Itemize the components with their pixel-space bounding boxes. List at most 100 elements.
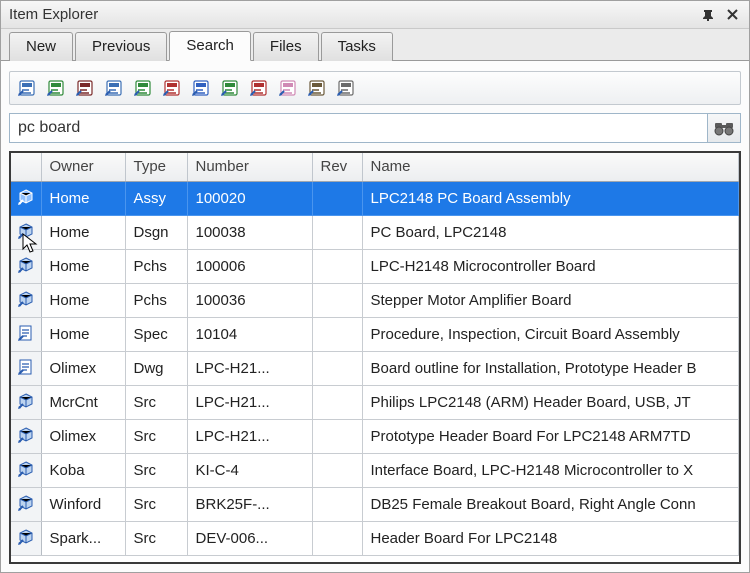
cell-owner: Home — [41, 182, 125, 216]
row-type-icon — [11, 182, 41, 216]
filter-doc-button[interactable] — [101, 75, 127, 101]
col-number[interactable]: Number — [187, 153, 312, 182]
cell-type: Spec — [125, 318, 187, 352]
cell-name: Stepper Motor Amplifier Board — [362, 284, 739, 318]
cell-number: KI-C-4 — [187, 454, 312, 488]
table-row[interactable]: HomeAssy100020LPC2148 PC Board Assembly — [11, 182, 739, 216]
filter-factory-button[interactable] — [333, 75, 359, 101]
row-type-icon — [11, 386, 41, 420]
filter-toolbar — [9, 71, 741, 105]
row-type-icon — [11, 284, 41, 318]
tab-previous[interactable]: Previous — [75, 32, 167, 61]
cell-number: 10104 — [187, 318, 312, 352]
filter-doc-icon — [104, 78, 124, 98]
cell-name: Philips LPC2148 (ARM) Header Board, USB,… — [362, 386, 739, 420]
tab-content: Owner Type Number Rev Name HomeAssy10002… — [1, 61, 749, 572]
cell-type: Src — [125, 420, 187, 454]
filter-maroon-button[interactable] — [72, 75, 98, 101]
row-type-icon — [11, 454, 41, 488]
tab-label: Previous — [92, 38, 150, 55]
filter-xred-button[interactable] — [159, 75, 185, 101]
cell-type: Src — [125, 386, 187, 420]
tab-label: Files — [270, 38, 302, 55]
cell-number: 100020 — [187, 182, 312, 216]
cell-name: Board outline for Installation, Prototyp… — [362, 352, 739, 386]
cell-owner: Home — [41, 250, 125, 284]
filter-factory-icon — [336, 78, 356, 98]
filter-check-icon — [133, 78, 153, 98]
cell-rev — [312, 250, 362, 284]
cell-owner: Spark... — [41, 522, 125, 556]
table-row[interactable]: OlimexSrcLPC-H21...Prototype Header Boar… — [11, 420, 739, 454]
results-grid[interactable]: Owner Type Number Rev Name HomeAssy10002… — [11, 153, 739, 556]
row-type-icon — [11, 352, 41, 386]
filter-green-button[interactable] — [43, 75, 69, 101]
cell-name: Prototype Header Board For LPC2148 ARM7T… — [362, 420, 739, 454]
col-type[interactable]: Type — [125, 153, 187, 182]
close-icon — [727, 9, 738, 20]
table-row[interactable]: HomePchs100006LPC-H2148 Microcontroller … — [11, 250, 739, 284]
search-row — [9, 113, 741, 143]
search-run-button[interactable] — [707, 113, 741, 143]
cell-owner: Winford — [41, 488, 125, 522]
tab-new[interactable]: New — [9, 32, 73, 61]
cell-name: PC Board, LPC2148 — [362, 216, 739, 250]
row-type-icon — [11, 318, 41, 352]
results-grid-container: Owner Type Number Rev Name HomeAssy10002… — [9, 151, 741, 564]
filter-checkdoc-icon — [220, 78, 240, 98]
cell-rev — [312, 182, 362, 216]
filter-check-button[interactable] — [130, 75, 156, 101]
row-type-icon — [11, 420, 41, 454]
filter-xdoc-icon — [249, 78, 269, 98]
tab-label: New — [26, 38, 56, 55]
cell-owner: Olimex — [41, 420, 125, 454]
cell-type: Dwg — [125, 352, 187, 386]
row-type-icon — [11, 488, 41, 522]
filter-xdoc-button[interactable] — [246, 75, 272, 101]
cell-number: 100038 — [187, 216, 312, 250]
cell-owner: Home — [41, 284, 125, 318]
tab-tasks[interactable]: Tasks — [321, 32, 393, 61]
table-row[interactable]: HomeSpec10104Procedure, Inspection, Circ… — [11, 318, 739, 352]
search-input[interactable] — [9, 113, 707, 143]
item-explorer-window: Item Explorer New Previous Search Files … — [0, 0, 750, 573]
tab-files[interactable]: Files — [253, 32, 319, 61]
cell-name: DB25 Female Breakout Board, Right Angle … — [362, 488, 739, 522]
filter-home-button[interactable] — [304, 75, 330, 101]
close-button[interactable] — [721, 5, 743, 25]
cell-owner: Home — [41, 216, 125, 250]
filter-bluearrow-button[interactable] — [188, 75, 214, 101]
table-row[interactable]: Spark...SrcDEV-006...Header Board For LP… — [11, 522, 739, 556]
filter-assy-icon — [17, 78, 37, 98]
cell-type: Pchs — [125, 284, 187, 318]
cell-type: Dsgn — [125, 216, 187, 250]
cell-number: 100006 — [187, 250, 312, 284]
filter-pink-button[interactable] — [275, 75, 301, 101]
cell-rev — [312, 216, 362, 250]
pin-button[interactable] — [697, 5, 719, 25]
titlebar: Item Explorer — [1, 1, 749, 29]
cell-owner: Olimex — [41, 352, 125, 386]
col-owner[interactable]: Owner — [41, 153, 125, 182]
filter-home-icon — [307, 78, 327, 98]
filter-maroon-icon — [75, 78, 95, 98]
cell-type: Assy — [125, 182, 187, 216]
binoculars-icon — [714, 120, 734, 136]
col-name[interactable]: Name — [362, 153, 739, 182]
filter-green-icon — [46, 78, 66, 98]
table-row[interactable]: KobaSrcKI-C-4Interface Board, LPC-H2148 … — [11, 454, 739, 488]
table-row[interactable]: HomePchs100036Stepper Motor Amplifier Bo… — [11, 284, 739, 318]
table-row[interactable]: WinfordSrcBRK25F-...DB25 Female Breakout… — [11, 488, 739, 522]
tabstrip: New Previous Search Files Tasks — [1, 29, 749, 61]
table-row[interactable]: McrCntSrcLPC-H21...Philips LPC2148 (ARM)… — [11, 386, 739, 420]
col-icon[interactable] — [11, 153, 41, 182]
filter-assy-button[interactable] — [14, 75, 40, 101]
cell-rev — [312, 352, 362, 386]
cell-type: Src — [125, 488, 187, 522]
col-rev[interactable]: Rev — [312, 153, 362, 182]
row-type-icon — [11, 216, 41, 250]
table-row[interactable]: HomeDsgn100038 PC Board, LPC2148 — [11, 216, 739, 250]
table-row[interactable]: OlimexDwgLPC-H21...Board outline for Ins… — [11, 352, 739, 386]
filter-checkdoc-button[interactable] — [217, 75, 243, 101]
tab-search[interactable]: Search — [169, 31, 251, 61]
